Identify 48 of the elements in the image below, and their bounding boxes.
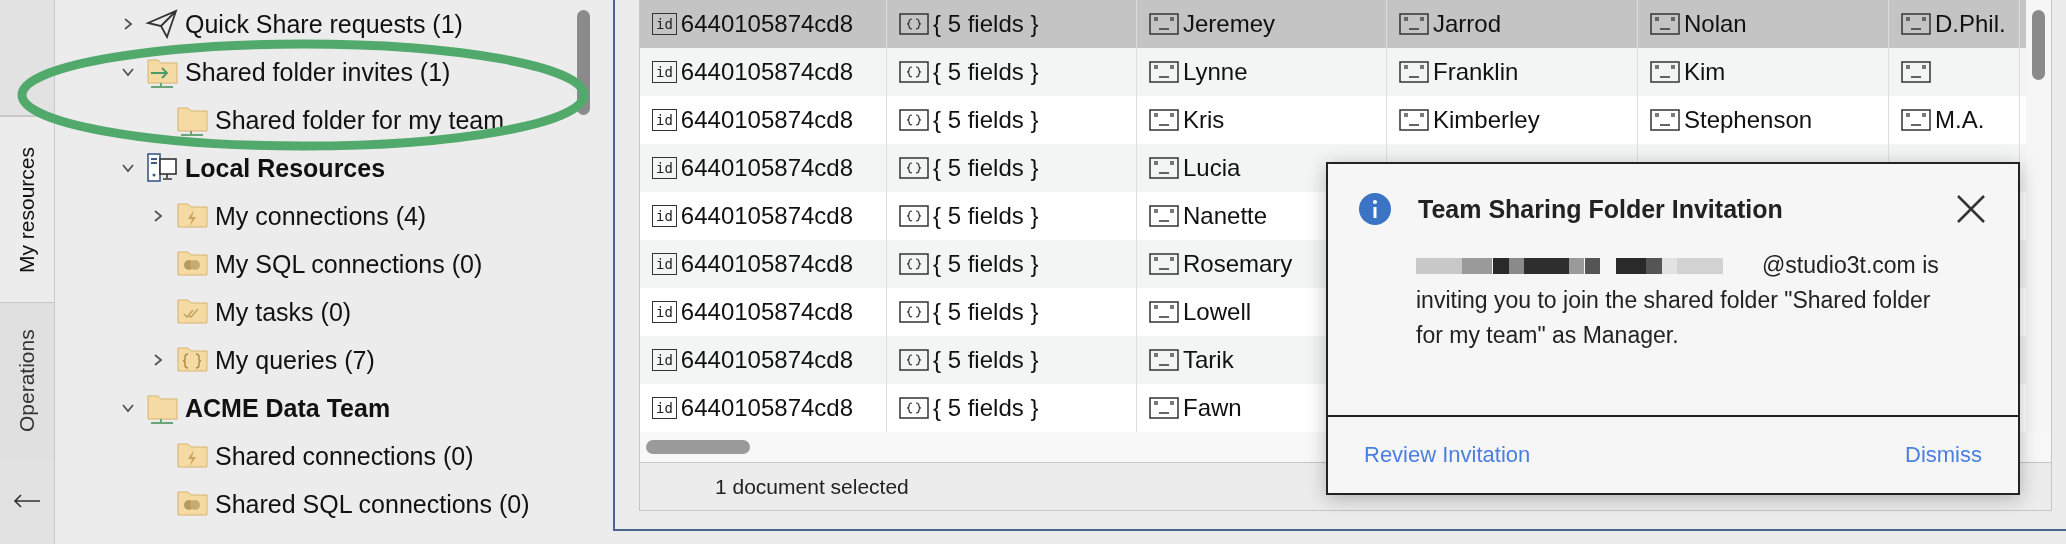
id-type-badge: id xyxy=(652,397,677,419)
table-cell: Lowell xyxy=(1183,298,1252,326)
table-cell: { 5 fields } xyxy=(933,106,1039,134)
table-cell: Fawn xyxy=(1183,394,1242,422)
table-cell: Lynne xyxy=(1183,58,1248,86)
table-cell: 6440105874cd8 xyxy=(680,202,854,230)
table-cell: 6440105874cd8 xyxy=(680,58,854,86)
table-cell: D.Phil. xyxy=(1935,10,2006,38)
table-cell: 6440105874cd8 xyxy=(680,154,854,182)
id-type-badge: id xyxy=(652,349,677,371)
notification-message: inviting you to join the shared folder "Shared folder for my team" as Manager. xyxy=(1416,286,1932,350)
table-cell: Rosemary xyxy=(1183,250,1293,278)
id-type-badge: id xyxy=(652,109,677,131)
id-type-badge: id xyxy=(652,205,677,227)
table-cell: 6440105874cd8 xyxy=(680,10,854,38)
table-cell: Kris xyxy=(1183,106,1225,134)
id-type-badge: id xyxy=(652,61,677,83)
status-text: 1 document selected xyxy=(715,474,909,499)
table-cell: 6440105874cd8 xyxy=(680,298,854,326)
table-cell: Lucia xyxy=(1183,154,1241,182)
table-cell: Tarik xyxy=(1183,346,1234,374)
notification-title: Team Sharing Folder Invitation xyxy=(1418,194,1784,224)
table-cell: { 5 fields } xyxy=(933,10,1039,38)
id-type-badge: id xyxy=(652,301,677,323)
id-type-badge: id xyxy=(652,13,677,35)
sender-email: @studio3t.com is xyxy=(1762,252,1939,279)
table-cell: Nolan xyxy=(1684,10,1747,38)
table-cell: { 5 fields } xyxy=(933,202,1039,230)
id-type-badge: id xyxy=(652,157,677,179)
table-cell: M.A. xyxy=(1935,106,1985,134)
table-cell: Jeremey xyxy=(1183,10,1276,38)
table-cell: Kimberley xyxy=(1433,106,1540,134)
table-cell: { 5 fields } xyxy=(933,58,1039,86)
table-cell: { 5 fields } xyxy=(933,298,1039,326)
table-cell: 6440105874cd8 xyxy=(680,346,854,374)
table-cell: Jarrod xyxy=(1433,10,1502,38)
table-cell: Franklin xyxy=(1433,58,1519,86)
table-cell: Nanette xyxy=(1183,202,1268,230)
table-cell: { 5 fields } xyxy=(933,346,1039,374)
id-type-badge: id xyxy=(652,253,677,275)
table-cell: 6440105874cd8 xyxy=(680,250,854,278)
table-cell: Kim xyxy=(1684,58,1726,86)
table-cell: { 5 fields } xyxy=(933,394,1039,422)
table-cell: { 5 fields } xyxy=(933,250,1039,278)
table-cell: Stephenson xyxy=(1684,106,1813,134)
table-cell: 6440105874cd8 xyxy=(680,106,854,134)
table-cell: 6440105874cd8 xyxy=(680,394,854,422)
table-cell: { 5 fields } xyxy=(933,154,1039,182)
